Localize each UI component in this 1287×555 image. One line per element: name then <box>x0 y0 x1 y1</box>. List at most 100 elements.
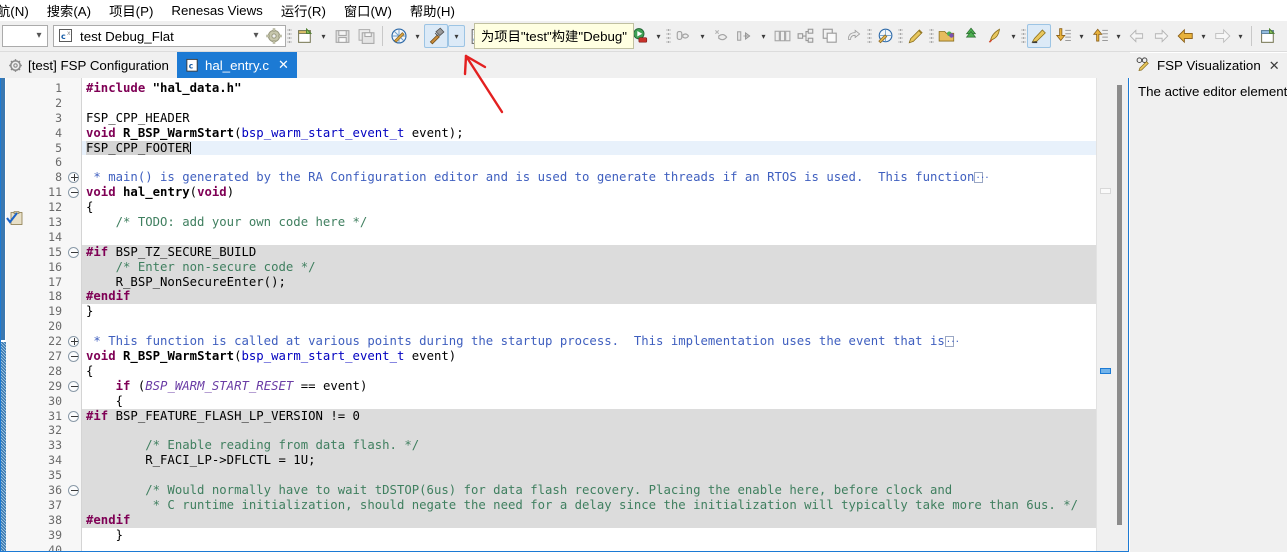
fold-collapse-icon[interactable] <box>68 410 79 422</box>
project-selector-combo[interactable]: c x test Debug_Flat ▾ <box>53 25 286 47</box>
new-file-button[interactable] <box>293 24 317 48</box>
code-line[interactable]: * main() is generated by the RA Configur… <box>82 169 1096 185</box>
restore-view-button[interactable] <box>842 24 866 48</box>
rocket-dropdown[interactable]: ▾ <box>1007 24 1020 48</box>
toolbar-drag-handle[interactable] <box>898 27 903 45</box>
code-line[interactable] <box>82 230 1096 245</box>
code-line[interactable]: #endif <box>82 512 1096 528</box>
folded-text-icon[interactable] <box>944 333 959 348</box>
rocket-button[interactable] <box>983 24 1007 48</box>
fold-collapse-icon[interactable] <box>68 350 79 362</box>
code-line[interactable]: FSP_CPP_FOOTER <box>82 140 1096 156</box>
save-button[interactable] <box>330 24 354 48</box>
menu-renesas-views[interactable]: Renesas Views <box>162 2 271 20</box>
tab-fsp-configuration[interactable]: [test] FSP Configuration <box>0 52 177 78</box>
overview-marker[interactable] <box>1100 188 1111 194</box>
gear-icon[interactable] <box>266 28 282 44</box>
back-small-button[interactable] <box>1125 24 1149 48</box>
code-line[interactable]: { <box>82 200 1096 215</box>
search-globe-button[interactable] <box>873 24 897 48</box>
code-line[interactable]: } <box>82 304 1096 319</box>
open-folder-button[interactable] <box>935 24 959 48</box>
code-line[interactable]: * C runtime initialization, should negat… <box>82 497 1096 513</box>
next-annotation-button[interactable] <box>1051 24 1075 48</box>
overview-ruler[interactable] <box>1096 78 1112 551</box>
fold-collapse-icon[interactable] <box>68 484 79 496</box>
run-dropdown[interactable]: ▾ <box>652 24 665 48</box>
toolbar-drag-handle[interactable] <box>666 27 671 45</box>
tree-button[interactable] <box>959 24 983 48</box>
code-line[interactable]: void hal_entry(void) <box>82 185 1096 200</box>
overview-marker-selected[interactable] <box>1100 368 1111 374</box>
next-annotation-dropdown[interactable]: ▾ <box>1075 24 1088 48</box>
code-line[interactable]: if (BSP_WARM_START_RESET == event) <box>82 379 1096 394</box>
folded-text-icon[interactable] <box>974 169 989 184</box>
build-all-dropdown[interactable]: ▾ <box>411 24 424 48</box>
build-all-button[interactable] <box>387 24 411 48</box>
code-line[interactable] <box>82 155 1096 170</box>
code-line[interactable]: FSP_CPP_HEADER <box>82 111 1096 126</box>
code-line[interactable] <box>82 96 1096 111</box>
menu-help[interactable]: 帮助(H) <box>401 0 464 22</box>
back-dropdown[interactable]: ▾ <box>1197 24 1210 48</box>
columns-button[interactable] <box>770 24 794 48</box>
copy-view-button[interactable] <box>818 24 842 48</box>
close-icon[interactable]: ✕ <box>1269 58 1280 74</box>
folding-ruler[interactable] <box>66 78 82 551</box>
menu-search[interactable]: 搜索(A) <box>38 0 100 22</box>
fold-expand-icon[interactable] <box>68 336 79 348</box>
highlighter-button[interactable] <box>1027 24 1051 48</box>
back-button[interactable] <box>1173 24 1197 48</box>
step-into-button[interactable] <box>733 24 757 48</box>
toolbar-drag-handle[interactable] <box>287 27 292 45</box>
editor-marker-column[interactable] <box>6 78 24 551</box>
toolbar-drag-handle[interactable] <box>1021 27 1026 45</box>
code-line[interactable]: #if BSP_FEATURE_FLASH_LP_VERSION != 0 <box>82 408 1096 424</box>
code-line[interactable] <box>82 468 1096 484</box>
code-line[interactable]: void R_BSP_WarmStart(bsp_warm_start_even… <box>82 126 1096 141</box>
code-line[interactable] <box>82 319 1096 334</box>
code-line[interactable]: R_FACI_LP->DFLCTL = 1U; <box>82 453 1096 469</box>
code-line[interactable]: #if BSP_TZ_SECURE_BUILD <box>82 244 1096 260</box>
menu-window[interactable]: 窗口(W) <box>335 0 401 22</box>
build-hammer-dropdown[interactable]: ▾ <box>448 25 465 47</box>
step-dropdown[interactable]: ▾ <box>757 24 770 48</box>
prev-annotation-dropdown[interactable]: ▾ <box>1112 24 1125 48</box>
fold-collapse-icon[interactable] <box>68 187 79 199</box>
profile-button[interactable] <box>672 24 696 48</box>
menu-run[interactable]: 运行(R) <box>272 0 335 22</box>
code-line[interactable] <box>82 543 1096 551</box>
profile-dropdown[interactable]: ▾ <box>696 24 709 48</box>
code-line[interactable]: #include "hal_data.h" <box>82 81 1096 96</box>
forward-small-button[interactable] <box>1149 24 1173 48</box>
code-line[interactable]: { <box>82 364 1096 379</box>
prev-annotation-button[interactable] <box>1088 24 1112 48</box>
fsp-visualization-tab[interactable]: FSP Visualization ✕ <box>1130 52 1287 78</box>
code-line[interactable]: void R_BSP_WarmStart(bsp_warm_start_even… <box>82 349 1096 364</box>
code-line[interactable]: R_BSP_NonSecureEnter(); <box>82 274 1096 290</box>
fold-collapse-icon[interactable] <box>68 246 79 258</box>
code-line[interactable]: } <box>82 528 1096 543</box>
code-text-area[interactable]: #include "hal_data.h" FSP_CPP_HEADER void … <box>82 78 1096 551</box>
scrollbar-thumb[interactable] <box>1117 85 1122 525</box>
hierarchy-button[interactable] <box>794 24 818 48</box>
build-hammer-button[interactable] <box>424 24 448 48</box>
toolbar-drag-handle[interactable] <box>867 27 872 45</box>
code-line[interactable]: /* Would normally have to wait tDSTOP(6u… <box>82 483 1096 498</box>
launch-config-combo[interactable]: ▾ <box>2 25 48 47</box>
forward-button[interactable] <box>1210 24 1234 48</box>
code-line[interactable]: { <box>82 394 1096 409</box>
menu-navigate[interactable]: 航(N) <box>0 0 38 22</box>
code-editor[interactable]: 1 2 3 4 5 6 8 11 12 13 14 15 16 17 18 19 20 22 27 28 29 30 31 3… <box>0 78 1129 552</box>
vertical-scrollbar[interactable] <box>1112 78 1128 551</box>
fold-expand-icon[interactable] <box>68 172 79 184</box>
new-window-button[interactable] <box>1256 24 1280 48</box>
menu-project[interactable]: 项目(P) <box>100 0 162 22</box>
code-line[interactable]: /* Enter non-secure code */ <box>82 259 1096 275</box>
fold-collapse-icon[interactable] <box>68 380 79 392</box>
save-all-button[interactable] <box>354 24 378 48</box>
code-line[interactable]: #endif <box>82 289 1096 305</box>
code-line[interactable]: /* Enable reading from data flash. */ <box>82 438 1096 454</box>
pencil-button[interactable] <box>904 24 928 48</box>
code-line[interactable]: /* TODO: add your own code here */ <box>82 215 1096 230</box>
